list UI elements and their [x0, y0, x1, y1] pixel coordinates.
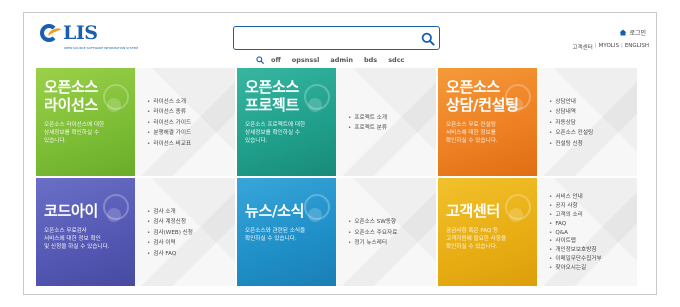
keyword-link[interactable]: sdcc	[388, 56, 404, 64]
tile-description: 오픈소스 무료 컨설팅 서비스에 대한 정보를 확인하실 수 있습니다.	[446, 122, 498, 144]
tile-support: 고객센터 궁금사항 혹은 FAQ 등 고객지원에 필요한 사항을 확인하실 수 …	[438, 178, 637, 286]
search-button[interactable]	[421, 31, 435, 46]
logo-mark-icon	[40, 23, 64, 43]
tile-description: 오픈소스 프로젝트에 대한 상세정보를 확인하실 수 있습니다.	[245, 122, 306, 144]
keyword-link[interactable]: opsnssl	[292, 56, 320, 64]
tile-codeeye: 코드아이 오픈소스 무료검사 서비스에 대한 정보 확인 및 신청을 하실 수 …	[36, 178, 235, 286]
list-item[interactable]: 프로젝트 소개	[348, 113, 430, 124]
tile-links: 오픈소스 SW동향 오픈소스 주요자료 정기 뉴스레터	[336, 178, 436, 286]
list-item[interactable]: 라이선스 가이드	[147, 118, 229, 129]
tile-description: 오픈소스 무료검사 서비스에 대한 정보 확인 및 신청을 하실 수 있습니다.	[44, 228, 110, 250]
tile-project-panel[interactable]: 오픈소스 프로젝트 오픈소스 프로젝트에 대한 상세정보를 확인하실 수 있습니…	[237, 68, 336, 176]
list-item[interactable]: 검사 이력	[147, 238, 229, 249]
tile-codeeye-panel[interactable]: 코드아이 오픈소스 무료검사 서비스에 대한 정보 확인 및 신청을 하실 수 …	[36, 178, 135, 286]
list-item[interactable]: 찾아오시는길	[549, 264, 631, 273]
list-item[interactable]: 공지 사항	[549, 202, 631, 211]
util-link-support[interactable]: 고객센터	[573, 43, 593, 51]
util-link-myolis[interactable]: MYOLIS	[599, 43, 619, 51]
list-item[interactable]: 오픈소스 컨설팅	[549, 128, 631, 139]
list-item[interactable]: 자동상담	[549, 118, 631, 129]
divider: |	[594, 43, 597, 49]
site-logo[interactable]: LIS OPEN SOURCE SOFTWARE INFORMATION SYS…	[40, 22, 138, 50]
decorative-dot-icon	[308, 98, 322, 112]
list-item[interactable]: 검사 계정신청	[147, 217, 229, 228]
logo-subtitle: OPEN SOURCE SOFTWARE INFORMATION SYSTEM	[64, 46, 139, 50]
tile-links: 상담안내 상담내역 자동상담 오픈소스 컨설팅 컨설팅 신청	[537, 68, 637, 176]
tile-support-panel[interactable]: 고객센터 궁금사항 혹은 FAQ 등 고객지원에 필요한 사항을 확인하실 수 …	[438, 178, 537, 286]
home-icon	[619, 29, 627, 36]
util-link-english[interactable]: ENGLISH	[625, 43, 649, 51]
tile-license: 오픈소스 라이선스 오픈소스 라이선스에 대한 상세정보를 확인하실 수 있습니…	[36, 68, 235, 176]
list-item[interactable]: 서비스 안내	[549, 193, 631, 202]
tile-description: 궁금사항 혹은 FAQ 등 고객지원에 필요한 사항을 확인하실 수 있습니다.	[446, 228, 507, 250]
tile-consulting-panel[interactable]: 오픈소스 상담/컨설팅 오픈소스 무료 컨설팅 서비스에 대한 정보를 확인하실…	[438, 68, 537, 176]
list-item[interactable]: 상담내역	[549, 107, 631, 118]
keyword-link[interactable]: admin	[330, 56, 353, 64]
login-label: 로그인	[629, 30, 646, 37]
decorative-dot-icon	[509, 208, 523, 222]
list-item[interactable]: 분쟁해결 가이드	[147, 128, 229, 139]
tile-links: 프로젝트 소개 프로젝트 분류	[336, 68, 436, 176]
list-item[interactable]: 컨설팅 신청	[549, 139, 631, 150]
utility-links: 고객센터 | MYOLIS | ENGLISH	[573, 43, 649, 51]
list-item[interactable]: Q&A	[549, 229, 631, 238]
tile-consulting: 오픈소스 상담/컨설팅 오픈소스 무료 컨설팅 서비스에 대한 정보를 확인하실…	[438, 68, 637, 176]
keyword-link[interactable]: bds	[364, 56, 377, 64]
tile-links: 라이선스 소개 라이선스 종류 라이선스 가이드 분쟁해결 가이드 라이선스 비…	[135, 68, 235, 176]
search-input[interactable]	[238, 29, 418, 47]
list-item[interactable]: 프로젝트 분류	[348, 123, 430, 134]
list-item[interactable]: 사이트맵	[549, 237, 631, 246]
decorative-dot-icon	[308, 208, 322, 222]
main-frame: LIS OPEN SOURCE SOFTWARE INFORMATION SYS…	[23, 12, 657, 295]
list-item[interactable]: 라이선스 종류	[147, 107, 229, 118]
tile-links: 검사 소개 검사 계정신청 검사(WEB) 신청 검사 이력 검사 FAQ	[135, 178, 235, 286]
decorative-dot-icon	[509, 98, 523, 112]
list-item[interactable]: 오픈소스 SW동향	[348, 217, 430, 228]
tile-news: 뉴스/소식 오픈소스와 관련된 소식을 확인하실 수 있습니다. 오픈소스 SW…	[237, 178, 436, 286]
tile-description: 오픈소스 라이선스에 대한 상세정보를 확인하실 수 있습니다.	[44, 122, 105, 144]
list-item[interactable]: 정기 뉴스레터	[348, 238, 430, 249]
menu-tiles: 오픈소스 라이선스 오픈소스 라이선스에 대한 상세정보를 확인하실 수 있습니…	[36, 68, 637, 286]
decorative-dot-icon	[107, 208, 121, 222]
popular-keywords: off opsnssl admin bds sdcc	[256, 56, 415, 64]
list-item[interactable]: 검사(WEB) 신청	[147, 228, 229, 239]
tile-project: 오픈소스 프로젝트 오픈소스 프로젝트에 대한 상세정보를 확인하실 수 있습니…	[237, 68, 436, 176]
login-link[interactable]: 로그인	[619, 28, 646, 37]
decorative-dot-icon	[107, 98, 121, 112]
tile-news-panel[interactable]: 뉴스/소식 오픈소스와 관련된 소식을 확인하실 수 있습니다.	[237, 178, 336, 286]
list-item[interactable]: 고객의 소리	[549, 211, 631, 220]
list-item[interactable]: 검사 FAQ	[147, 249, 229, 260]
list-item[interactable]: 검사 소개	[147, 207, 229, 218]
keyword-link[interactable]: off	[271, 56, 281, 64]
list-item[interactable]: 상담안내	[549, 97, 631, 108]
list-item[interactable]: 라이선스 비교표	[147, 139, 229, 150]
search-icon	[256, 56, 264, 64]
tile-license-panel[interactable]: 오픈소스 라이선스 오픈소스 라이선스에 대한 상세정보를 확인하실 수 있습니…	[36, 68, 135, 176]
list-item[interactable]: 오픈소스 주요자료	[348, 228, 430, 239]
search-box	[233, 26, 440, 50]
divider: |	[620, 43, 623, 49]
search-icon	[421, 32, 435, 46]
tile-links: 서비스 안내 공지 사항 고객의 소리 FAQ Q&A 사이트맵 개인정보보호방…	[537, 178, 637, 286]
list-item[interactable]: FAQ	[549, 220, 631, 229]
list-item[interactable]: 라이선스 소개	[147, 97, 229, 108]
logo-text: LIS	[63, 22, 98, 44]
list-item[interactable]: 개인정보보호방침	[549, 246, 631, 255]
list-item[interactable]: 이메일무단수집거부	[549, 255, 631, 264]
tile-description: 오픈소스와 관련된 소식을 확인하실 수 있습니다.	[245, 228, 306, 242]
